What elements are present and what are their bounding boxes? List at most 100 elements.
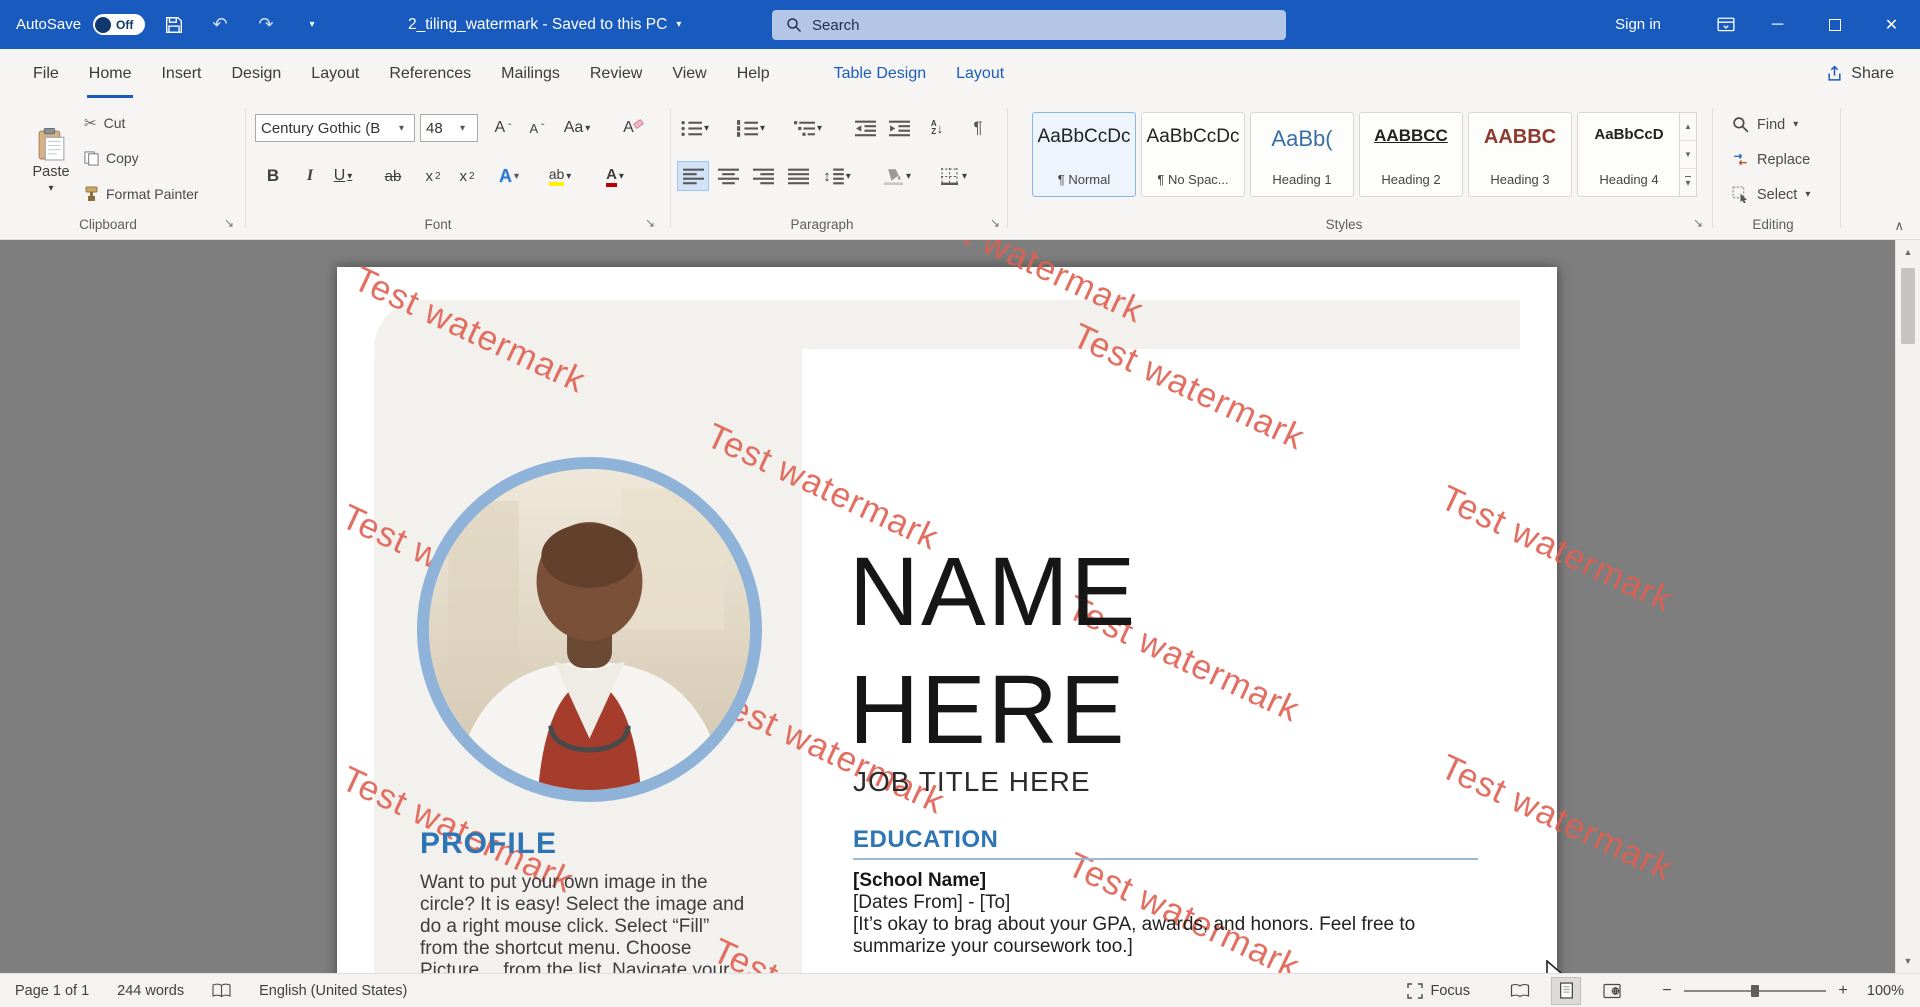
paragraph-dialog-launcher[interactable]: ↘ [987, 215, 1003, 231]
font-dialog-launcher[interactable]: ↘ [642, 215, 658, 231]
tab-help[interactable]: Help [722, 49, 785, 98]
copy-button[interactable]: Copy [84, 150, 139, 166]
tab-insert[interactable]: Insert [146, 49, 216, 98]
education-school[interactable]: [School Name] [853, 870, 986, 892]
education-note[interactable]: [It’s okay to brag about your GPA, award… [853, 914, 1453, 958]
align-right-button[interactable] [748, 162, 778, 190]
autosave-toggle[interactable]: Off [93, 14, 145, 35]
tab-table-design[interactable]: Table Design [819, 49, 942, 98]
web-layout-button[interactable] [1598, 978, 1626, 1004]
numbering-button[interactable]: ▾ [736, 114, 766, 142]
sort-button[interactable]: AZ ↓ [922, 114, 952, 142]
subscript-button[interactable]: x2 [418, 162, 448, 190]
font-size-input[interactable] [426, 120, 456, 137]
education-heading[interactable]: EDUCATION [853, 826, 998, 854]
show-formatting-marks-button[interactable]: ¶ [963, 114, 993, 142]
change-case-button[interactable]: Aa ▾ [562, 114, 592, 142]
close-button[interactable]: ✕ [1863, 0, 1920, 49]
style-heading-4[interactable]: AaBbCcD Heading 4 [1577, 112, 1681, 197]
font-size-combobox[interactable]: ▾ [420, 114, 478, 142]
zoom-out-button[interactable]: − [1660, 982, 1674, 1000]
font-color-button[interactable]: A ▾ [600, 162, 630, 190]
zoom-level[interactable]: 100% [1860, 983, 1904, 999]
format-painter-button[interactable]: Format Painter [84, 186, 199, 202]
strikethrough-button[interactable]: ab [378, 162, 408, 190]
multilevel-list-button[interactable]: ▾ [793, 114, 823, 142]
zoom-slider[interactable] [1684, 990, 1826, 992]
style-no-spacing[interactable]: AaBbCcDc ¶ No Spac... [1141, 112, 1245, 197]
resume-job-title[interactable]: JOB TITLE HERE [853, 766, 1091, 798]
bullets-button[interactable]: ▾ [680, 114, 710, 142]
share-button[interactable]: Share [1826, 49, 1894, 98]
style-heading-1[interactable]: AaBb( Heading 1 [1250, 112, 1354, 197]
align-left-button[interactable] [678, 162, 708, 190]
language-status[interactable]: English (United States) [259, 983, 407, 999]
undo-button[interactable]: ↶ [203, 0, 237, 49]
cut-button[interactable]: ✂ Cut [84, 114, 125, 132]
shrink-font-button[interactable]: Aˇ [522, 114, 552, 142]
style-heading-3[interactable]: AABBC Heading 3 [1468, 112, 1572, 197]
select-button[interactable]: Select ▾ [1732, 186, 1810, 203]
font-family-combobox[interactable]: ▾ [255, 114, 415, 142]
increase-indent-button[interactable] [884, 114, 914, 142]
clipboard-dialog-launcher[interactable]: ↘ [221, 215, 237, 231]
align-center-button[interactable] [713, 162, 743, 190]
collapse-ribbon-button[interactable]: ∧ [1894, 218, 1904, 234]
replace-button[interactable]: Replace [1732, 151, 1810, 168]
quick-access-customize-button[interactable]: ▾ [295, 0, 329, 49]
tab-mailings[interactable]: Mailings [486, 49, 575, 98]
decrease-indent-button[interactable] [850, 114, 880, 142]
scrollbar-thumb[interactable] [1901, 268, 1915, 344]
search-input[interactable] [812, 17, 1192, 34]
word-count-status[interactable]: 244 words [117, 983, 184, 999]
document-page[interactable]: Test watermark Test watermark Test water… [337, 267, 1557, 973]
styles-scroll-up-button[interactable]: ▲ [1680, 113, 1696, 141]
tab-layout-contextual[interactable]: Layout [941, 49, 1019, 98]
text-effects-button[interactable]: A ▾ [494, 162, 524, 190]
borders-button[interactable]: ▾ [938, 162, 968, 190]
save-button[interactable] [157, 0, 191, 49]
tab-design[interactable]: Design [216, 49, 296, 98]
styles-gallery-more-button[interactable]: ▾ [1680, 169, 1696, 196]
search-box[interactable] [772, 10, 1286, 40]
justify-button[interactable] [783, 162, 813, 190]
tab-references[interactable]: References [374, 49, 486, 98]
tab-file[interactable]: File [18, 49, 74, 98]
italic-button[interactable]: I [295, 162, 325, 190]
superscript-button[interactable]: x2 [452, 162, 482, 190]
styles-dialog-launcher[interactable]: ↘ [1690, 215, 1706, 231]
underline-button[interactable]: U ▾ [328, 162, 358, 190]
page-number-status[interactable]: Page 1 of 1 [15, 983, 89, 999]
zoom-slider-thumb[interactable] [1751, 985, 1759, 997]
proofing-status[interactable] [212, 983, 231, 998]
style-heading-2[interactable]: AABBCC Heading 2 [1359, 112, 1463, 197]
profile-paragraph[interactable]: Want to put your own image in the circle… [420, 872, 752, 973]
find-button[interactable]: Find ▾ [1732, 116, 1798, 133]
profile-heading[interactable]: PROFILE [420, 827, 557, 861]
highlight-button[interactable]: ab ▾ [545, 162, 575, 190]
maximize-button[interactable] [1806, 0, 1863, 49]
clear-formatting-button[interactable]: A [618, 114, 648, 142]
scroll-down-button[interactable]: ▼ [1896, 949, 1920, 973]
focus-button[interactable]: Focus [1407, 983, 1471, 999]
grow-font-button[interactable]: Aˆ [488, 114, 518, 142]
tab-view[interactable]: View [657, 49, 721, 98]
ribbon-display-options-button[interactable] [1703, 0, 1749, 49]
education-dates[interactable]: [Dates From] - [To] [853, 892, 1010, 914]
minimize-button[interactable]: ─ [1749, 0, 1806, 49]
line-spacing-button[interactable]: ↕ ▾ [822, 162, 852, 190]
style-normal[interactable]: AaBbCcDc ¶ Normal [1032, 112, 1136, 197]
tab-review[interactable]: Review [575, 49, 657, 98]
profile-photo[interactable] [417, 457, 762, 802]
font-family-input[interactable] [261, 120, 395, 137]
zoom-in-button[interactable]: + [1836, 982, 1850, 1000]
document-title[interactable]: 2_tiling_watermark - Saved to this PC ▾ [408, 0, 681, 49]
resume-name[interactable]: NAME HERE [849, 533, 1137, 769]
shading-button[interactable]: ▾ [882, 162, 912, 190]
print-layout-button[interactable] [1552, 978, 1580, 1004]
styles-scroll-down-button[interactable]: ▼ [1680, 141, 1696, 169]
sign-in-button[interactable]: Sign in [1615, 16, 1661, 33]
tab-layout[interactable]: Layout [296, 49, 374, 98]
bold-button[interactable]: B [258, 162, 288, 190]
scroll-up-button[interactable]: ▲ [1896, 240, 1920, 264]
